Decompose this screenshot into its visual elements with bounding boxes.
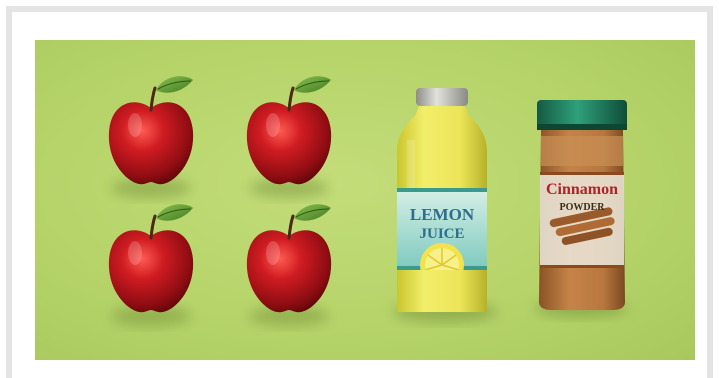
product-scene: LEMON JUICE Cinnamon POWDER [35,40,695,360]
apple-bottom-left [109,204,193,326]
apple-bottom-right [247,204,331,326]
lemon-label-line1: LEMON [410,205,475,224]
apple-top-left [109,76,193,198]
cinnamon-label-line1: Cinnamon [546,181,618,198]
lemon-label-line2: JUICE [419,226,464,242]
apple-top-right [247,76,331,198]
cinnamon-label-line2: POWDER [560,202,606,213]
